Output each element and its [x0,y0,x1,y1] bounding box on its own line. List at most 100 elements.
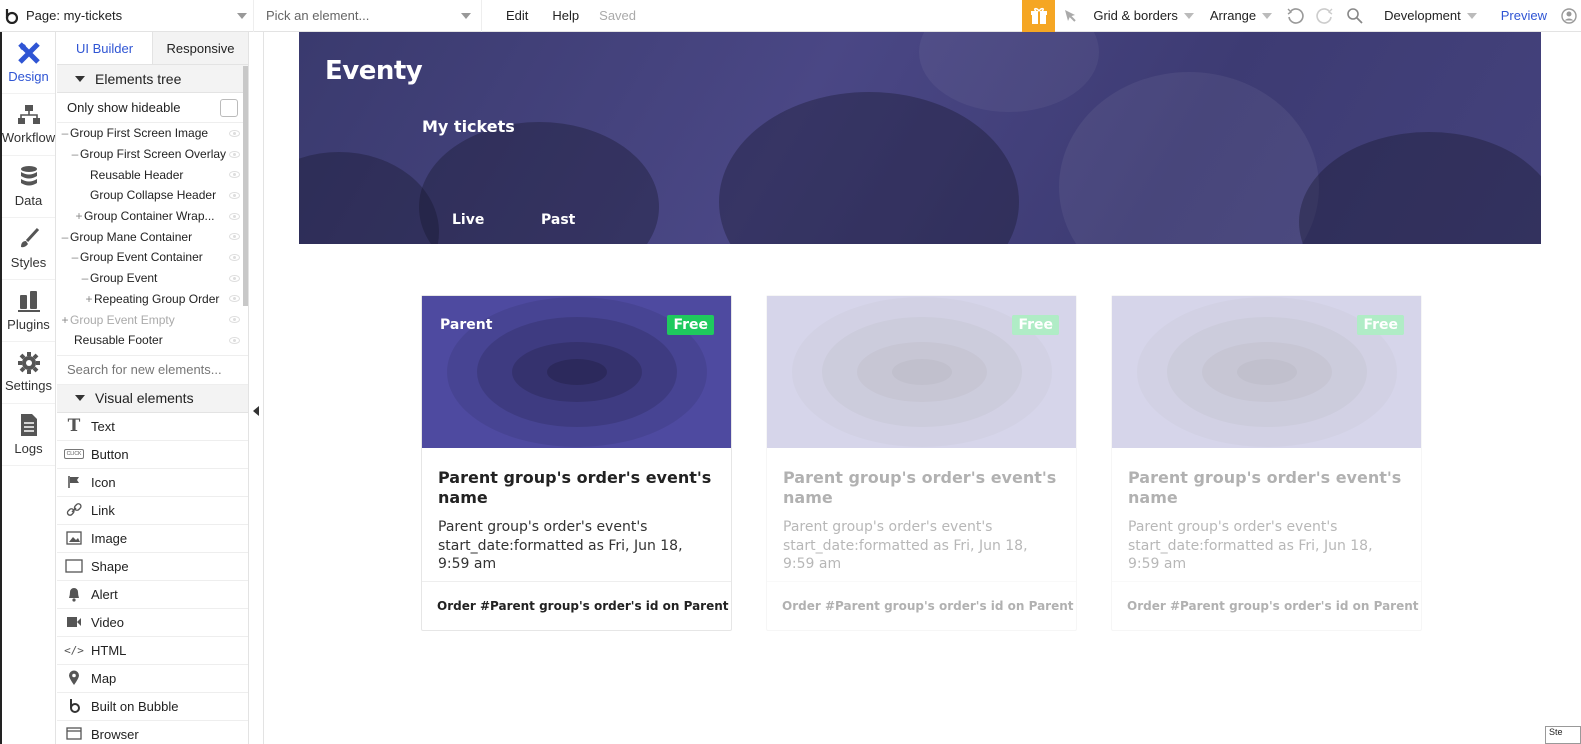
visual-element-item[interactable]: T Text [57,413,248,441]
eye-icon[interactable] [229,150,240,158]
nav-logs[interactable]: Logs [2,404,55,466]
visual-element-label: Built on Bubble [91,698,179,714]
visual-elements-header[interactable]: Visual elements [57,384,248,413]
collapse-icon[interactable]: – [71,147,79,161]
shape-icon [65,559,83,573]
tree-item[interactable]: + Repeating Group Order [57,289,248,310]
ticket-card[interactable]: Free Parent group's order's event's name P… [1111,295,1422,631]
visual-element-item[interactable]: CLICK Button [57,441,248,469]
cursor-icon[interactable] [1055,0,1085,32]
tree-item[interactable]: – Group First Screen Overlay [57,144,248,165]
price-badge: Free [1012,315,1059,335]
tree-item-label: Reusable Footer [74,333,163,348]
tree-item[interactable]: + Group Container Wrap... [57,206,248,227]
nav-logs-label: Logs [14,441,43,456]
event-date: Parent group's order's event's start_dat… [438,519,683,572]
tree-item-label: Group Mane Container [70,229,193,244]
redo-icon[interactable] [1310,0,1340,32]
eye-icon[interactable] [229,129,240,137]
visual-element-item[interactable]: Shape [57,553,248,581]
hero-banner[interactable]: Eventy My tickets Live Past [299,32,1541,244]
browser-icon [65,727,83,741]
visual-element-item[interactable]: Link [57,497,248,525]
image-icon [65,531,83,545]
eye-icon[interactable] [229,191,240,199]
tab-past[interactable]: Past [541,212,575,228]
top-bar: Page: my-tickets Pick an element... Edit… [0,0,1581,32]
undo-icon[interactable] [1280,0,1310,32]
tree-item[interactable]: + Group Event Empty [57,309,248,330]
element-picker[interactable]: Pick an element... [254,0,482,32]
eye-icon[interactable] [229,295,240,303]
preview-button[interactable]: Preview [1491,8,1557,23]
nav-styles[interactable]: Styles [2,218,55,280]
search-elements-input[interactable]: Search for new elements... [57,354,248,385]
expand-icon[interactable]: + [75,209,83,223]
expand-icon[interactable]: + [61,313,69,327]
nav-plugins[interactable]: Plugins [2,280,55,342]
tab-ui-builder[interactable]: UI Builder [57,32,153,64]
collapse-icon[interactable]: – [81,271,89,285]
tree-item[interactable]: – Group First Screen Image [57,123,248,144]
eye-icon[interactable] [229,316,240,324]
visual-element-item[interactable]: Built on Bubble [57,693,248,721]
expand-icon[interactable]: + [85,292,93,306]
visual-element-item[interactable]: Video [57,609,248,637]
visual-element-item[interactable]: Browser [57,721,248,744]
tree-item-label: Group Event Container [80,250,203,265]
panel-tabs: UI Builder Responsive [57,32,248,65]
visual-element-label: Alert [91,586,118,602]
environment-dropdown[interactable]: Development [1370,8,1491,23]
elements-tree-header[interactable]: Elements tree [57,65,248,93]
tree-item[interactable]: – Group Event [57,268,248,289]
nav-workflow[interactable]: Workflow [2,94,55,156]
panel-scrollbar[interactable] [243,66,248,306]
tab-responsive[interactable]: Responsive [153,32,248,64]
chevron-down-icon [1183,12,1194,19]
eye-icon[interactable] [229,253,240,261]
visual-element-item[interactable]: </> HTML [57,637,248,665]
gift-icon[interactable] [1022,0,1056,32]
eye-icon[interactable] [229,212,240,220]
eye-icon[interactable] [229,233,240,241]
collapse-icon[interactable]: – [71,250,79,264]
search-icon[interactable] [1340,0,1370,32]
ticket-card[interactable]: Parent Free Parent group's order's event's… [421,295,732,631]
visual-element-item[interactable]: Image [57,525,248,553]
nav-settings[interactable]: Settings [2,342,55,404]
visual-element-item[interactable]: Alert [57,581,248,609]
menu-edit[interactable]: Edit [482,8,540,23]
eye-icon[interactable] [229,336,240,344]
code-icon: </> [64,643,84,657]
tree-item[interactable]: Reusable Footer [57,330,248,351]
visual-element-label: Map [91,670,117,686]
tree-item[interactable]: – Group Event Container [57,247,248,268]
triangle-down-icon [75,75,85,82]
nav-design[interactable]: Design [2,32,55,94]
brush-icon [20,227,39,248]
corner-tag[interactable]: Ste [1545,726,1581,744]
environment-label: Development [1384,8,1461,23]
only-hideable-checkbox[interactable] [220,98,238,117]
collapse-icon[interactable]: – [61,126,69,140]
eye-icon[interactable] [229,171,240,179]
account-icon[interactable] [1557,0,1581,32]
tree-item[interactable]: Group Collapse Header [57,185,248,206]
collapse-panel-icon[interactable] [253,406,259,416]
visual-element-item[interactable]: Map [57,665,248,693]
ticket-card[interactable]: Free Parent group's order's event's name P… [766,295,1077,631]
arrange-dropdown[interactable]: Arrange [1202,8,1280,23]
tree-item[interactable]: Reusable Header [57,164,248,185]
grid-borders-dropdown[interactable]: Grid & borders [1085,8,1202,23]
eye-icon[interactable] [229,274,240,282]
database-icon [20,166,37,186]
visual-element-item[interactable]: Icon [57,469,248,497]
tab-live[interactable]: Live [452,212,484,228]
page-selector[interactable]: Page: my-tickets [22,0,254,32]
bubble-logo-icon[interactable] [0,0,22,32]
collapse-icon[interactable]: – [61,230,69,244]
menu-help[interactable]: Help [540,8,591,23]
only-hideable-label: Only show hideable [67,100,181,115]
tree-item[interactable]: – Group Mane Container [57,226,248,247]
nav-data[interactable]: Data [2,156,55,218]
